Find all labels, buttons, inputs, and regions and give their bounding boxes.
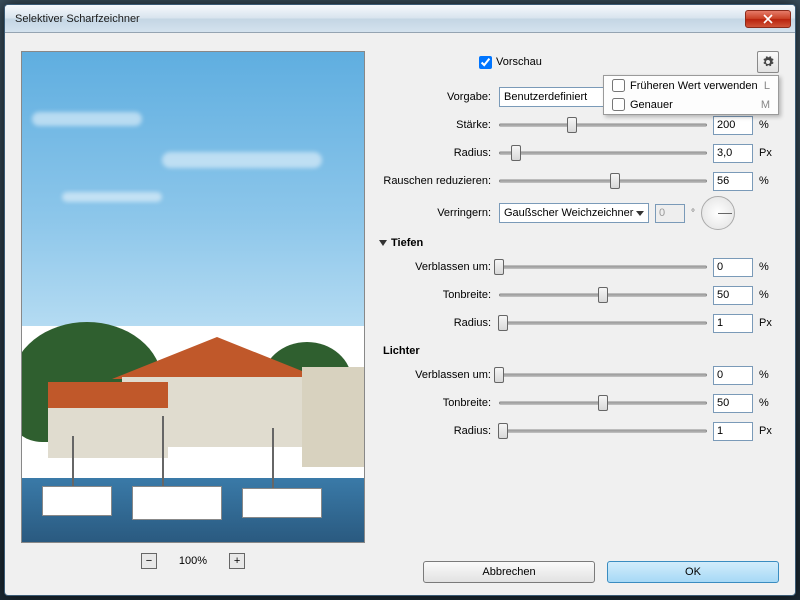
highlights-tone-input[interactable]	[713, 394, 753, 413]
preview-checkbox-row[interactable]: Vorschau	[479, 56, 542, 69]
minus-icon: −	[146, 556, 152, 567]
shadows-section-header[interactable]: Tiefen	[379, 237, 779, 249]
shadows-radius-slider[interactable]	[499, 314, 707, 332]
radius-slider[interactable]	[499, 144, 707, 162]
strength-input[interactable]	[713, 116, 753, 135]
shadows-tone-slider[interactable]	[499, 286, 707, 304]
noise-slider[interactable]	[499, 172, 707, 190]
shadows-fade-slider[interactable]	[499, 258, 707, 276]
zoom-out-button[interactable]: −	[141, 553, 157, 569]
menu-checkbox-previous[interactable]	[612, 79, 625, 92]
highlights-radius-label: Radius:	[379, 425, 493, 437]
angle-dial[interactable]	[701, 196, 735, 230]
ok-button[interactable]: OK	[607, 561, 779, 583]
cancel-button[interactable]: Abbrechen	[423, 561, 595, 583]
preview-checkbox-label: Vorschau	[496, 56, 542, 68]
preview-checkbox[interactable]	[479, 56, 492, 69]
radius-label: Radius:	[379, 147, 493, 159]
preset-label: Vorgabe:	[379, 91, 493, 103]
noise-input[interactable]	[713, 172, 753, 191]
window-title: Selektiver Scharfzeichner	[15, 13, 745, 25]
highlights-fade-label: Verblassen um:	[379, 369, 493, 381]
plus-icon: +	[234, 556, 240, 567]
radius-input[interactable]	[713, 144, 753, 163]
menu-checkbox-accurate[interactable]	[612, 98, 625, 111]
degree-symbol: °	[691, 208, 695, 219]
angle-input	[655, 204, 685, 223]
preset-select[interactable]: Benutzerdefiniert	[499, 87, 609, 107]
zoom-percent: 100%	[179, 555, 207, 567]
highlights-tone-label: Tonbreite:	[379, 397, 493, 409]
triangle-down-icon	[379, 240, 387, 246]
highlights-fade-input[interactable]	[713, 366, 753, 385]
close-button[interactable]	[745, 10, 791, 28]
chevron-down-icon	[636, 211, 644, 216]
strength-label: Stärke:	[379, 119, 493, 131]
menu-item-accurate[interactable]: Genauer M	[604, 95, 778, 114]
settings-gear-button[interactable]	[757, 51, 779, 73]
shadows-tone-input[interactable]	[713, 286, 753, 305]
menu-item-previous-value[interactable]: Früheren Wert verwenden L	[604, 76, 778, 95]
close-icon	[763, 14, 773, 24]
highlights-radius-slider[interactable]	[499, 422, 707, 440]
reduce-label: Verringern:	[379, 207, 493, 219]
shadows-radius-label: Radius:	[379, 317, 493, 329]
zoom-in-button[interactable]: +	[229, 553, 245, 569]
highlights-section-header: Lichter	[383, 345, 779, 357]
shadows-radius-input[interactable]	[713, 314, 753, 333]
highlights-radius-input[interactable]	[713, 422, 753, 441]
noise-label: Rauschen reduzieren:	[379, 175, 493, 187]
reduce-method-select[interactable]: Gaußscher Weichzeichner	[499, 203, 649, 223]
gear-popup-menu: Früheren Wert verwenden L Genauer M	[603, 75, 779, 115]
shadows-fade-input[interactable]	[713, 258, 753, 277]
titlebar[interactable]: Selektiver Scharfzeichner	[5, 5, 795, 33]
shadows-tone-label: Tonbreite:	[379, 289, 493, 301]
shadows-fade-label: Verblassen um:	[379, 261, 493, 273]
highlights-fade-slider[interactable]	[499, 366, 707, 384]
strength-slider[interactable]	[499, 116, 707, 134]
gear-icon	[762, 56, 774, 68]
highlights-tone-slider[interactable]	[499, 394, 707, 412]
preview-image[interactable]	[21, 51, 365, 543]
dialog-window: Selektiver Scharfzeichner	[4, 4, 796, 596]
